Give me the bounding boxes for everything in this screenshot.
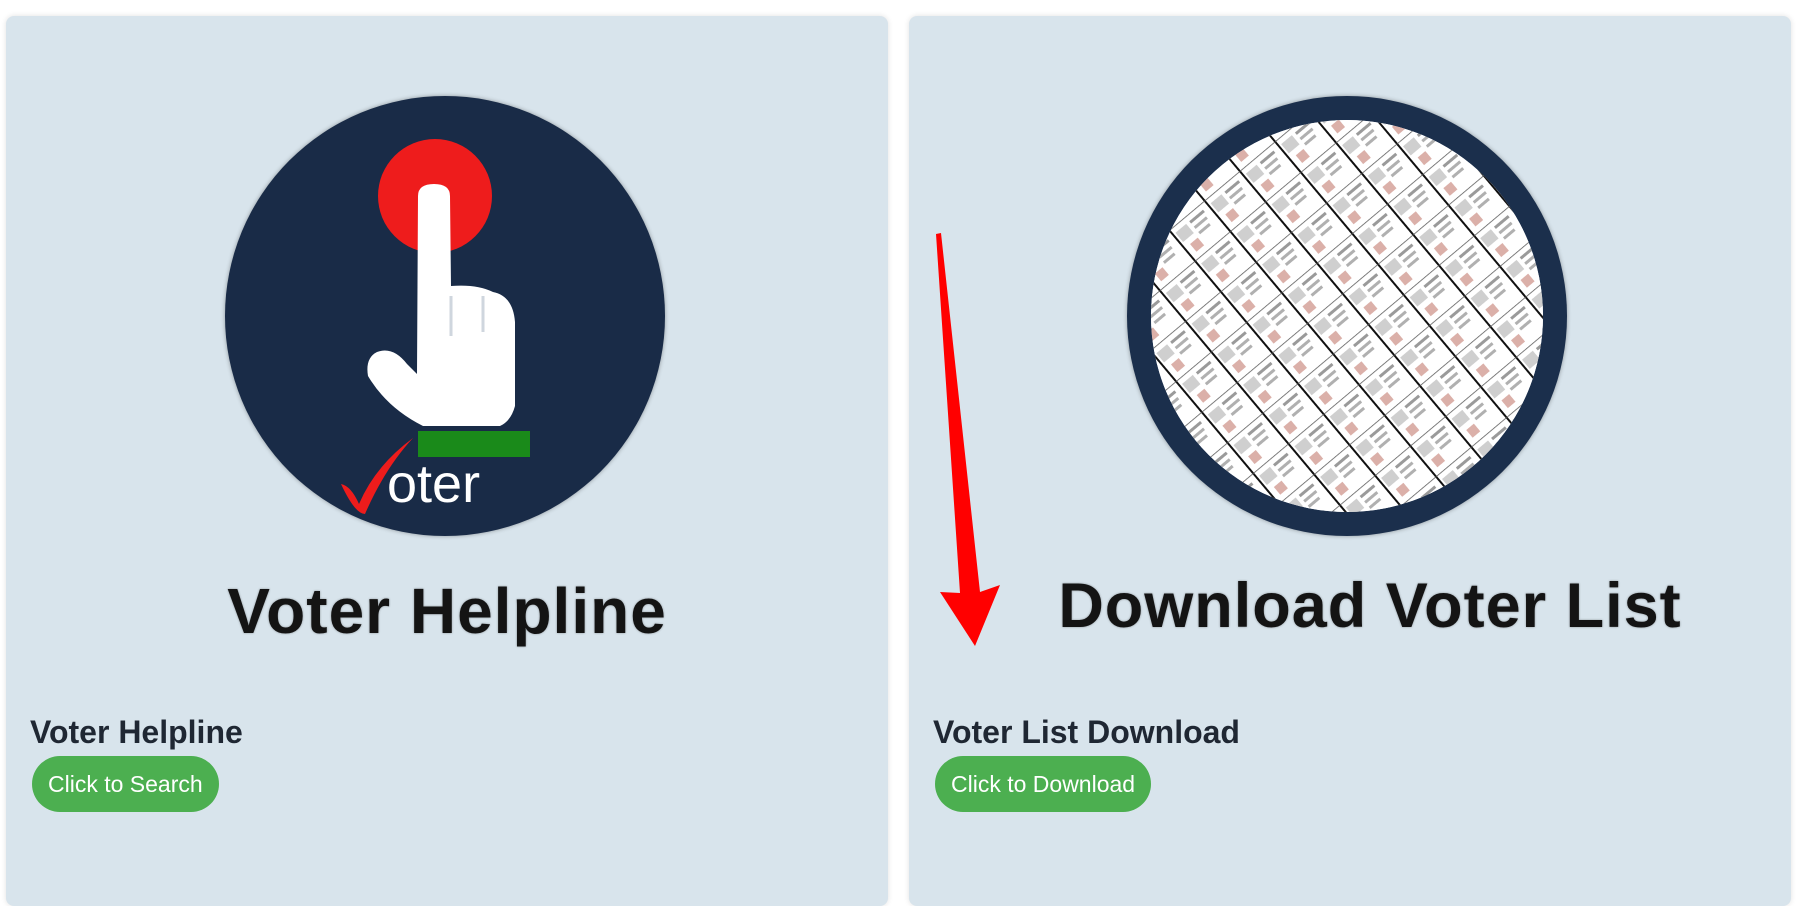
logo-text: oter: [387, 454, 480, 514]
tap-finger-icon: oter: [341, 139, 530, 514]
voter-helpline-card: oter Voter Helpline Voter Helpline Click…: [6, 16, 888, 906]
voter-list-download-card: Download Voter List Voter List Download …: [909, 16, 1791, 906]
voter-list-image: Download Voter List: [909, 16, 1791, 666]
click-to-search-button[interactable]: Click to Search: [32, 756, 219, 812]
voter-list-circle: [1127, 96, 1567, 536]
card-title: Voter Helpline: [30, 714, 243, 750]
voter-helpline-image: oter Voter Helpline: [6, 16, 888, 666]
card-title: Voter List Download: [933, 714, 1240, 750]
voter-logo-circle: oter: [225, 96, 665, 536]
banner-text: Voter Helpline: [227, 575, 667, 647]
click-to-download-button[interactable]: Click to Download: [935, 756, 1152, 812]
voter-list-document-icon: [1151, 120, 1543, 512]
banner-text: Download Voter List: [1058, 571, 1682, 641]
